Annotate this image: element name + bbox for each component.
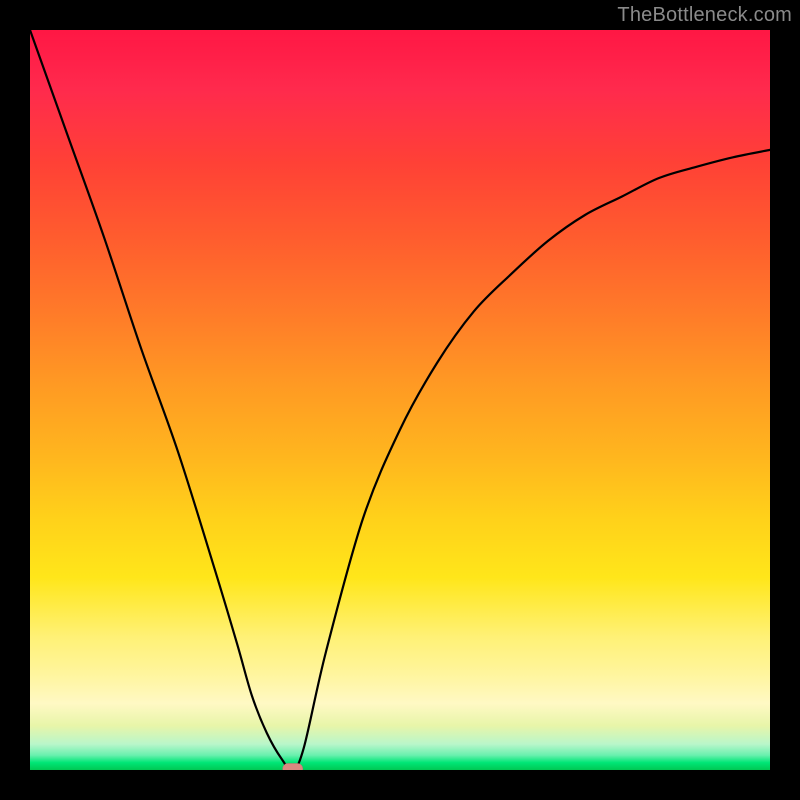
watermark-text: TheBottleneck.com xyxy=(617,4,792,27)
chart-frame: TheBottleneck.com xyxy=(0,0,800,800)
plot-area xyxy=(30,30,770,770)
bottleneck-curve xyxy=(30,30,770,770)
curve-layer xyxy=(30,30,770,770)
optimal-point-marker xyxy=(283,764,303,771)
